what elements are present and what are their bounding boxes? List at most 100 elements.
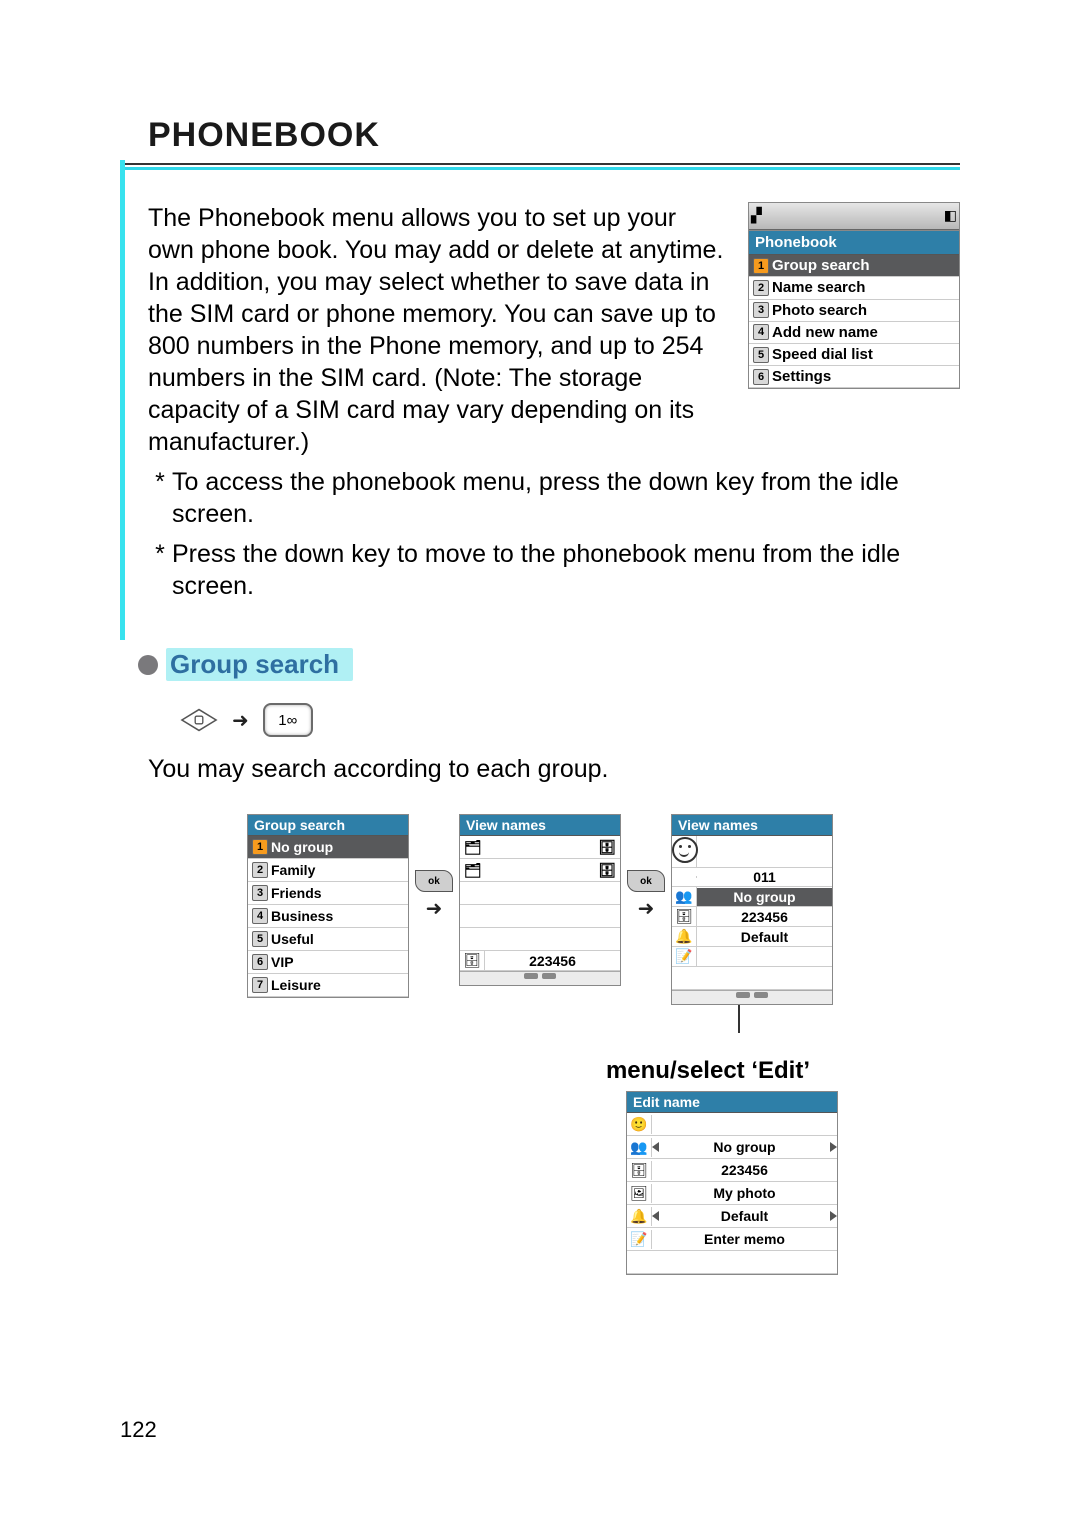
item-label: Photo search — [772, 301, 867, 320]
edit-value — [652, 1123, 837, 1125]
item-label: VIP — [271, 954, 294, 970]
title-rule — [120, 163, 960, 170]
sim-icon: 🗄 — [598, 839, 616, 856]
intro-paragraph: The Phonebook menu allows you to set up … — [148, 202, 724, 458]
bell-icon: 🔔 — [627, 1207, 652, 1226]
phonebook-menu-item: 6Settings — [749, 366, 959, 388]
group-search-item: 3Friends — [248, 882, 408, 905]
one-key-icon: 1∞ — [263, 703, 313, 737]
detail-value: 223456 — [697, 908, 832, 926]
smiley-icon — [672, 837, 698, 863]
edit-title: Edit name — [627, 1092, 837, 1113]
sim-icon: 🗄 — [675, 908, 693, 924]
edit-value: No group — [659, 1138, 830, 1156]
group-search-item: 7Leisure — [248, 974, 408, 997]
item-number-icon: 7 — [252, 977, 268, 993]
vn2-title: View names — [672, 815, 832, 836]
right-arrow-icon — [830, 1142, 837, 1152]
phonebook-menu-item: 4Add new name — [749, 322, 959, 344]
page-title: PHONEBOOK — [148, 116, 380, 157]
edit-value: My photo — [652, 1184, 837, 1202]
edit-action-label: menu/select ‘Edit’ — [120, 1057, 810, 1085]
detail-row: 👥 No group — [672, 887, 832, 907]
detail-row: 011 — [672, 868, 832, 887]
edit-value: Enter memo — [652, 1230, 837, 1248]
detail-row: 📝 — [672, 947, 832, 967]
detail-value: No group — [697, 888, 832, 906]
item-number-icon: 1 — [252, 839, 268, 855]
bell-icon: 🔔 — [675, 928, 692, 944]
photo-icon: 🖼 — [627, 1184, 652, 1203]
phonebook-menu-item: 1Group search — [749, 255, 959, 277]
detail-value — [697, 956, 832, 958]
bullet-star: * — [148, 538, 172, 602]
key-sequence: ➜ 1∞ — [180, 703, 960, 737]
ok-key-icon: ok — [415, 870, 453, 892]
arrow-right-icon: ➜ — [232, 708, 249, 733]
edit-value: Default — [659, 1207, 830, 1225]
detail-row: 🔔 Default — [672, 927, 832, 947]
soft-bar — [672, 990, 832, 1004]
section-title: Group search — [166, 648, 353, 681]
section-dot-icon — [138, 655, 158, 675]
soft-bar — [460, 971, 620, 985]
vn1-footer-value: 223456 — [485, 952, 620, 970]
detail-value: Default — [697, 928, 832, 946]
memo-icon: 📝 — [675, 948, 692, 964]
item-number-icon: 1 — [753, 258, 769, 274]
detail-row: 🗄223456 — [672, 907, 832, 927]
page-number: 122 — [120, 1417, 157, 1443]
note-2: Press the down key to move to the phoneb… — [172, 538, 960, 602]
left-arrow-icon — [652, 1142, 659, 1152]
edit-row: 🗄223456 — [627, 1159, 837, 1182]
item-label: Name search — [772, 278, 865, 297]
item-label: Settings — [772, 367, 831, 386]
group-search-item: 6VIP — [248, 951, 408, 974]
ok-then-right: ok ➜ — [627, 870, 665, 921]
group-icon: 👥 — [675, 888, 692, 904]
item-number-icon: 5 — [753, 347, 769, 363]
item-number-icon: 3 — [252, 885, 268, 901]
view-names-1-screenshot: View names 🗂 🗄 🗂 🗄 🗄 223456 — [459, 814, 621, 986]
item-number-icon: 4 — [753, 324, 769, 340]
phonebook-menu-item: 5Speed dial list — [749, 344, 959, 366]
right-arrow-icon — [830, 1211, 837, 1221]
vn1-title: View names — [460, 815, 620, 836]
view-names-2-screenshot: View names 011👥No group🗄223456🔔Default📝 — [671, 814, 833, 1005]
card-icon: 🗂 — [464, 862, 482, 879]
phonebook-menu-item: 3Photo search — [749, 300, 959, 322]
group-search-item: 4Business — [248, 905, 408, 928]
item-label: Leisure — [271, 977, 321, 993]
phonebook-menu-screenshot: ▞ ◧ Phonebook 1Group search2Name search3… — [748, 202, 960, 389]
edit-row: 👥 No group — [627, 1136, 837, 1159]
arrow-right-icon: ➜ — [638, 896, 655, 921]
group-search-screenshot: Group search 1No group2Family3Friends4Bu… — [247, 814, 409, 998]
connector-line — [738, 1005, 740, 1033]
face-icon: 🙂 — [627, 1115, 652, 1134]
item-label: Friends — [271, 885, 322, 901]
edit-row: 🙂 — [627, 1113, 837, 1136]
item-label: Speed dial list — [772, 345, 873, 364]
item-number-icon: 3 — [753, 302, 769, 318]
item-number-icon: 2 — [252, 862, 268, 878]
left-arrow-icon — [652, 1211, 659, 1221]
item-label: No group — [271, 839, 333, 855]
item-number-icon: 4 — [252, 908, 268, 924]
edit-row: 🔔 Default — [627, 1205, 837, 1228]
card-icon: 🗂 — [464, 839, 482, 856]
detail-row — [672, 836, 832, 868]
group-icon: 👥 — [627, 1138, 652, 1157]
bullet-star: * — [148, 466, 172, 530]
item-label: Business — [271, 908, 333, 924]
sim-icon: 🗄 — [460, 951, 485, 970]
item-number-icon: 6 — [252, 954, 268, 970]
note-1: To access the phonebook menu, press the … — [172, 466, 960, 530]
signal-icon: ▞ — [751, 207, 762, 225]
phonebook-menu-item: 2Name search — [749, 277, 959, 299]
item-label: Group search — [772, 256, 870, 275]
group-search-item: 1No group — [248, 836, 408, 859]
gs-title: Group search — [248, 815, 408, 836]
vertical-rule — [120, 160, 125, 640]
item-label: Add new name — [772, 323, 878, 342]
sim-icon: 🗄 — [598, 862, 616, 879]
